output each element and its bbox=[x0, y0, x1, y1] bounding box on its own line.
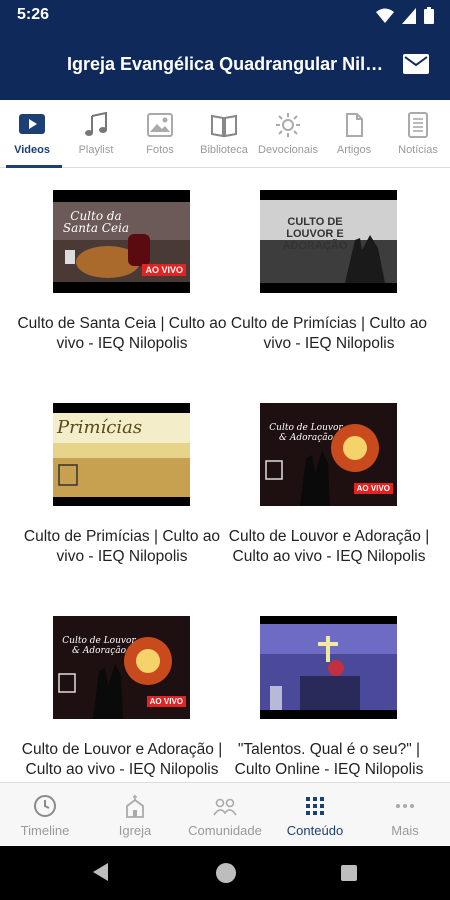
video-title: Culto de Santa Ceia | Culto ao vivo - IE… bbox=[17, 315, 227, 352]
thumbnail-image bbox=[260, 624, 397, 710]
video-title: Culto de Primícias | Culto ao vivo - IEQ… bbox=[23, 528, 221, 565]
clock-icon bbox=[34, 795, 56, 817]
nav-timeline[interactable]: Timeline bbox=[0, 783, 90, 847]
bottom-navigation: Timeline Igreja Comunidade Conteúdo Mais bbox=[0, 782, 450, 846]
tab-label: Biblioteca bbox=[200, 144, 248, 156]
mail-icon[interactable] bbox=[402, 52, 430, 76]
wifi-icon bbox=[376, 8, 394, 23]
video-title: Culto de Primícias | Culto ao vivo - IEQ… bbox=[230, 315, 428, 352]
nav-label: Conteúdo bbox=[286, 823, 344, 838]
community-icon bbox=[213, 798, 237, 816]
tab-label: Videos bbox=[14, 144, 50, 156]
church-icon bbox=[126, 795, 144, 818]
status-bar: 5:26 bbox=[0, 0, 450, 30]
video-title: Culto de Louvor e Adoração | Culto ao vi… bbox=[21, 741, 223, 778]
system-navigation-bar bbox=[0, 846, 450, 900]
thumbnail-caption: Culto da Santa Ceia bbox=[62, 209, 130, 235]
content-tab-bar: Videos Playlist Fotos Biblioteca Devocio… bbox=[0, 100, 450, 168]
more-icon bbox=[396, 804, 414, 808]
nav-label: Timeline bbox=[20, 823, 70, 838]
battery-icon bbox=[424, 7, 434, 24]
video-title: "Talentos. Qual é o seu?" | Culto Online… bbox=[234, 741, 424, 778]
tab-noticias[interactable]: Notícias bbox=[386, 100, 450, 166]
tab-videos[interactable]: Videos bbox=[0, 100, 64, 168]
nav-mais[interactable]: Mais bbox=[360, 783, 450, 847]
video-play-icon bbox=[19, 114, 45, 134]
status-icons bbox=[376, 7, 434, 24]
nav-comunidade[interactable]: Comunidade bbox=[180, 783, 270, 847]
book-icon bbox=[211, 114, 237, 138]
tab-artigos[interactable]: Artigos bbox=[322, 100, 386, 166]
tab-label: Devocionais bbox=[258, 144, 318, 156]
video-thumbnail[interactable]: Culto da Santa Ceia AO VIVO bbox=[53, 190, 190, 293]
video-thumbnail[interactable]: Culto de Louvor & Adoração AO VIVO bbox=[260, 403, 397, 506]
status-time: 5:26 bbox=[17, 6, 50, 23]
video-thumbnail[interactable] bbox=[260, 616, 397, 719]
thumbnail-caption: Culto de Louvor & Adoração bbox=[62, 636, 136, 656]
recent-apps-icon[interactable] bbox=[341, 865, 357, 881]
live-badge: AO VIVO bbox=[353, 483, 393, 494]
home-icon[interactable] bbox=[216, 863, 236, 883]
thumbnail-caption: Primícias bbox=[57, 417, 143, 438]
tab-devocionais[interactable]: Devocionais bbox=[256, 100, 320, 166]
photo-icon bbox=[147, 113, 173, 137]
document-icon bbox=[346, 113, 363, 137]
video-thumbnail[interactable]: CULTO DE LOUVOR E ADORAÇÃO bbox=[260, 190, 397, 293]
live-badge: AO VIVO bbox=[142, 264, 186, 276]
nav-label: Comunidade bbox=[188, 823, 262, 838]
tab-biblioteca[interactable]: Biblioteca bbox=[192, 100, 256, 166]
nav-label: Igreja bbox=[118, 823, 152, 838]
live-badge: AO VIVO bbox=[146, 696, 186, 707]
nav-label: Mais bbox=[391, 823, 419, 838]
video-title: Culto de Louvor e Adoração | Culto ao vi… bbox=[228, 528, 430, 565]
nav-conteudo[interactable]: Conteúdo bbox=[270, 783, 360, 847]
video-grid: Culto da Santa Ceia AO VIVO Culto de San… bbox=[0, 168, 450, 782]
tab-playlist[interactable]: Playlist bbox=[64, 100, 128, 166]
thumbnail-caption: CULTO DE LOUVOR E ADORAÇÃO bbox=[282, 216, 348, 252]
grid-icon bbox=[306, 797, 324, 815]
tab-fotos[interactable]: Fotos bbox=[128, 100, 192, 166]
sun-icon bbox=[276, 113, 300, 137]
thumbnail-image bbox=[53, 202, 190, 282]
video-thumbnail[interactable]: Culto de Louvor & Adoração AO VIVO bbox=[53, 616, 190, 719]
tab-label: Notícias bbox=[398, 144, 438, 156]
video-thumbnail[interactable]: Primícias bbox=[53, 403, 190, 506]
app-title: Igreja Evangélica Quadrangular Nilópolis bbox=[67, 54, 385, 74]
signal-icon bbox=[402, 7, 416, 24]
back-icon[interactable] bbox=[92, 862, 110, 882]
tab-label: Playlist bbox=[78, 144, 114, 156]
tab-label: Fotos bbox=[146, 144, 174, 156]
music-note-icon bbox=[85, 112, 107, 136]
tab-label: Artigos bbox=[336, 144, 372, 156]
nav-igreja[interactable]: Igreja bbox=[90, 783, 180, 847]
app-bar: Igreja Evangélica Quadrangular Nilópolis bbox=[0, 30, 450, 100]
thumbnail-caption: Culto de Louvor & Adoração bbox=[269, 423, 343, 443]
news-icon bbox=[408, 112, 428, 138]
